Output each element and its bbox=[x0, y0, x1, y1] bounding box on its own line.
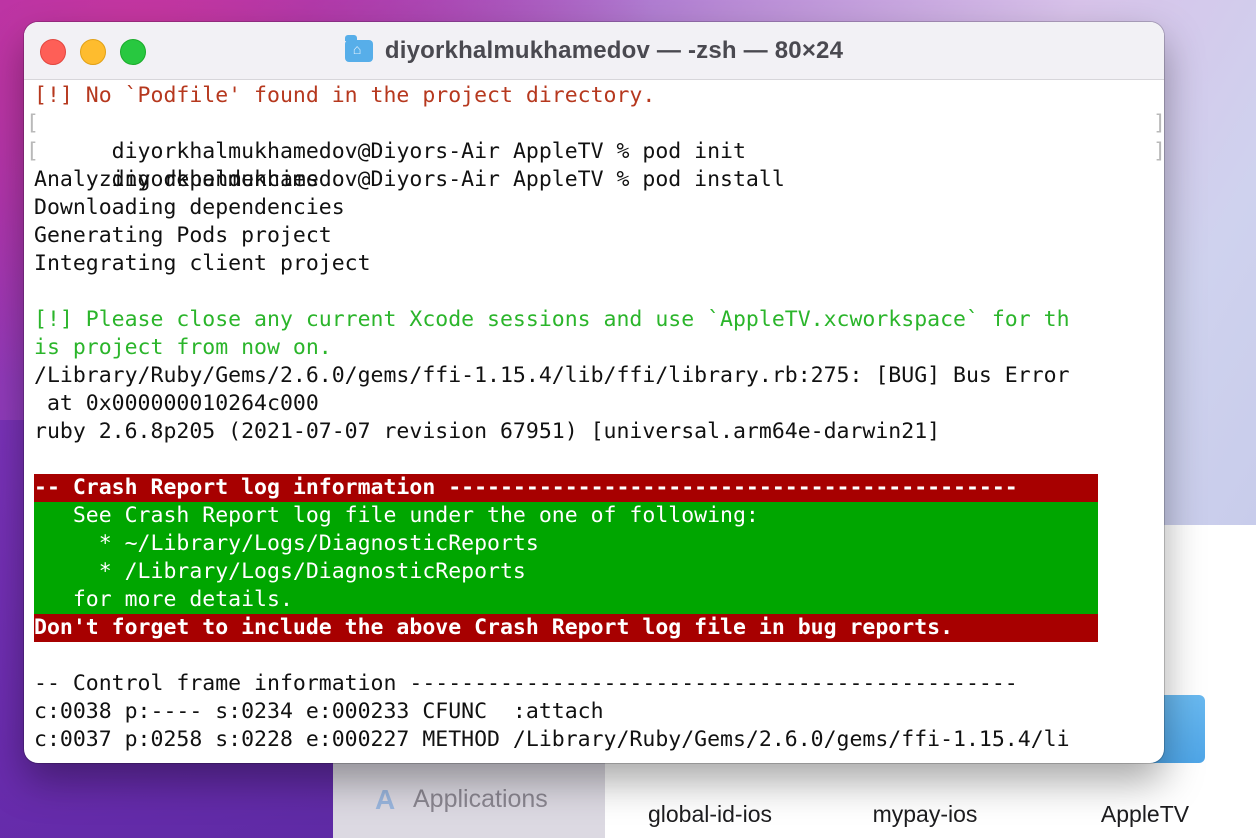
folder-label: AppleTV bbox=[1100, 801, 1190, 827]
terminal-line: -- Control frame information -----------… bbox=[34, 671, 1018, 696]
prompt-bracket-right: ] bbox=[1153, 110, 1164, 138]
terminal-window[interactable]: diyorkhalmukhamedov — -zsh — 80×24 [!] N… bbox=[24, 22, 1164, 763]
title-container: diyorkhalmukhamedov — -zsh — 80×24 bbox=[24, 22, 1164, 79]
crash-report-line: * /Library/Logs/DiagnosticReports bbox=[34, 558, 1098, 586]
terminal-line: is project from now on. bbox=[34, 335, 332, 360]
terminal-line: Downloading dependencies bbox=[34, 195, 345, 220]
prompt-bracket-left: [ bbox=[26, 111, 39, 136]
window-title: diyorkhalmukhamedov — -zsh — 80×24 bbox=[384, 36, 844, 64]
applications-icon bbox=[371, 784, 399, 816]
sidebar-item-applications[interactable]: Applications bbox=[371, 784, 548, 816]
crash-report-line: for more details. bbox=[34, 586, 1098, 614]
sidebar-item-label: Applications bbox=[413, 785, 548, 813]
terminal-line-command: [diyorkhalmukhamedov@Diyors-Air AppleTV … bbox=[26, 138, 1164, 192]
prompt-bracket-right: ] bbox=[1153, 138, 1164, 166]
terminal-line: Analyzing dependencies bbox=[34, 167, 319, 192]
prompt-bracket-left: [ bbox=[26, 139, 39, 164]
home-folder-icon bbox=[344, 34, 373, 62]
terminal-line: c:0037 p:0258 s:0228 e:000227 METHOD /Li… bbox=[34, 727, 1070, 752]
terminal-line: [!] Please close any current Xcode sessi… bbox=[34, 307, 1070, 332]
terminal-line: Integrating client project bbox=[34, 251, 371, 276]
crash-report-footer: Don't forget to include the above Crash … bbox=[34, 614, 1098, 642]
terminal-line-command: [diyorkhalmukhamedov@Diyors-Air AppleTV … bbox=[26, 110, 1164, 164]
terminal-output[interactable]: [!] No `Podfile' found in the project di… bbox=[26, 82, 1164, 754]
crash-report-line: * ~/Library/Logs/DiagnosticReports bbox=[34, 530, 1098, 558]
terminal-line: at 0x000000010264c000 bbox=[34, 391, 319, 416]
crash-report-line: See Crash Report log file under the one … bbox=[34, 502, 1098, 530]
terminal-line: /Library/Ruby/Gems/2.6.0/gems/ffi-1.15.4… bbox=[34, 363, 1070, 388]
terminal-line: [!] No `Podfile' found in the project di… bbox=[34, 83, 656, 108]
terminal-line: c:0038 p:---- s:0234 e:000233 CFUNC :att… bbox=[34, 699, 604, 724]
folder-label: global-id-ios bbox=[647, 801, 772, 827]
folder-label: mypay-ios bbox=[872, 801, 978, 827]
terminal-line: ruby 2.6.8p205 (2021-07-07 revision 6795… bbox=[34, 419, 941, 444]
crash-report-header: -- Crash Report log information --------… bbox=[34, 474, 1098, 502]
title-bar[interactable]: diyorkhalmukhamedov — -zsh — 80×24 bbox=[24, 22, 1164, 80]
terminal-line: Generating Pods project bbox=[34, 223, 332, 248]
